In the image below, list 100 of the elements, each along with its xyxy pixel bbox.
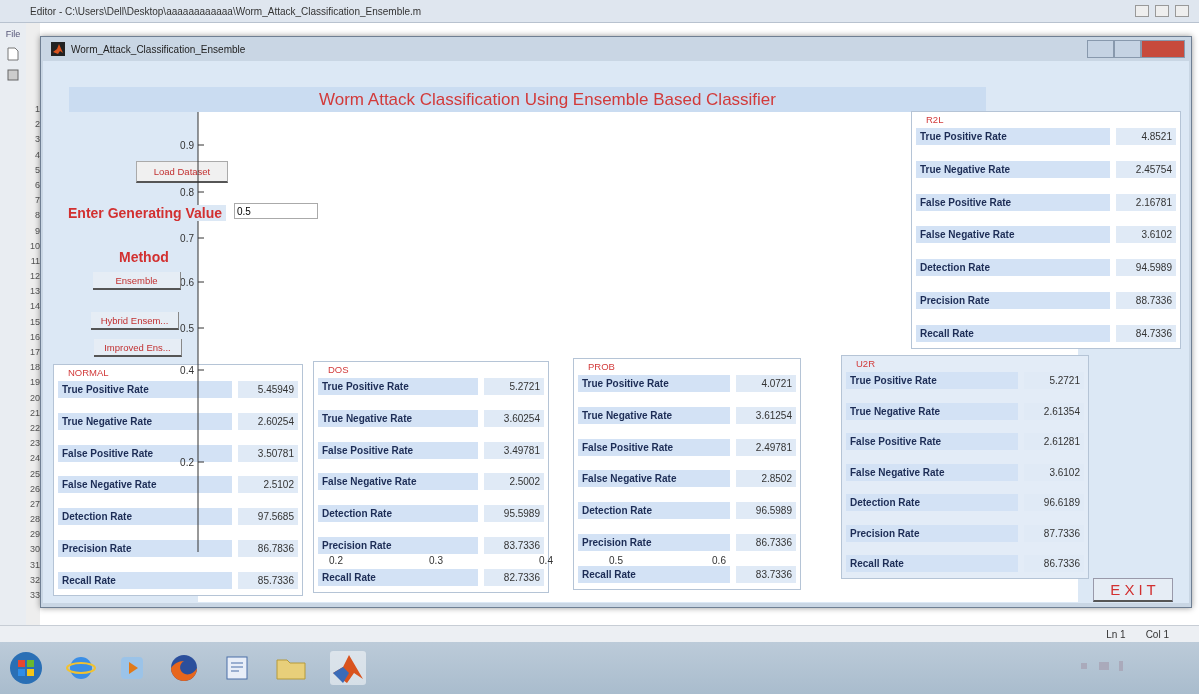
line-number: 3 [34,133,40,147]
metric-value: 4.8521 [1116,128,1176,145]
line-number: 29 [29,528,40,542]
metric-value: 94.5989 [1116,259,1176,277]
metric-value: 2.5102 [238,476,298,494]
load-dataset-button[interactable]: Load Dataset [136,161,228,183]
metric-label: Detection Rate [846,494,1018,511]
metric-value: 83.7336 [736,565,796,583]
metric-label: Precision Rate [846,524,1018,542]
metric-value: 2.8502 [736,470,796,488]
metric-label: Detection Rate [318,505,478,523]
metric-label: Detection Rate [578,502,730,520]
line-number: 14 [29,300,40,314]
media-player-icon[interactable] [118,654,146,682]
metric-label: Recall Rate [916,324,1110,342]
line-number: 1 [34,103,40,116]
metric-label: Recall Rate [318,568,478,586]
line-number: 2 [34,118,40,132]
line-number: 15 [29,315,40,329]
metric-label: Recall Rate [846,555,1018,572]
metric-value: 3.50781 [238,444,298,462]
line-number: 26 [29,482,40,496]
line-number: 24 [29,452,40,466]
maximize-button[interactable] [1114,40,1141,58]
tick-mark [197,191,205,193]
metric-label: Precision Rate [916,292,1110,310]
line-number: 28 [29,513,40,527]
y-tick-label: 0.8 [180,187,194,198]
metric-value: 86.7836 [238,540,298,558]
line-number: 6 [34,178,40,192]
line-number: 32 [29,573,40,587]
minimize-button[interactable] [1087,40,1114,58]
metric-label: False Negative Rate [846,463,1018,481]
metric-value: 96.5989 [736,502,796,520]
metric-label: Precision Rate [578,534,730,552]
metric-label: Detection Rate [58,508,232,526]
metric-label: False Positive Rate [846,433,1018,450]
metric-value: 2.16781 [1116,193,1176,211]
metric-label: True Positive Rate [58,381,232,398]
line-number: 4 [34,148,40,162]
metric-label: False Negative Rate [318,473,478,491]
metric-label: Precision Rate [58,540,232,558]
firefox-icon[interactable] [168,652,200,684]
matlab-peak-icon[interactable] [330,651,366,685]
metric-label: True Negative Rate [846,402,1018,420]
metric-value: 84.7336 [1116,324,1176,342]
method-button[interactable]: Ensemble [93,272,181,290]
method-button[interactable]: Hybrid Ensem... [91,312,179,330]
metric-value: 97.5685 [238,508,298,526]
menu-item[interactable]: File [5,29,21,39]
metric-value: 88.7336 [1116,292,1176,310]
metric-label: True Positive Rate [916,128,1110,145]
method-button[interactable]: Improved Ens... [94,339,182,357]
line-number: 8 [34,209,40,223]
metric-value: 83.7336 [484,537,544,555]
metric-label: False Positive Rate [318,441,478,459]
x-tick-label: 0.2 [329,555,343,566]
line-number: 27 [29,497,40,511]
line-number: 18 [29,361,40,375]
panel-title: DOS [327,364,349,375]
metric-label: Precision Rate [318,537,478,555]
line-number: 5 [34,163,40,177]
line-number: 22 [29,421,40,435]
metric-value: 86.7336 [736,534,796,552]
metric-label: False Negative Rate [58,476,232,494]
metric-label: True Positive Rate [846,372,1018,389]
tick-mark [197,327,205,329]
method-label: Method [119,249,169,265]
tick-mark [197,369,205,371]
metric-value: 4.0721 [736,375,796,392]
metric-label: True Positive Rate [318,378,478,395]
metric-label: Detection Rate [916,259,1110,277]
page-icon[interactable] [7,47,19,61]
exit-button[interactable]: E X I T [1093,578,1173,602]
metric-label: True Negative Rate [58,412,232,430]
generating-value-label: Enter Generating Value [68,205,227,221]
close-button[interactable] [1141,40,1185,58]
x-tick-label: 0.5 [609,555,623,566]
line-number: 11 [29,254,40,268]
y-tick-label: 0.4 [180,365,194,376]
metric-label: True Negative Rate [916,160,1110,178]
y-tick-label: 0.5 [180,323,194,334]
metric-label: False Negative Rate [578,470,730,488]
metric-value: 2.60254 [238,412,298,430]
x-tick-label: 0.3 [429,555,443,566]
metric-value: 3.60254 [484,409,544,427]
metric-label: True Negative Rate [318,409,478,427]
line-number: 21 [29,406,40,420]
line-number: 25 [29,467,40,481]
line-number: 10 [29,239,40,253]
line-number: 20 [29,391,40,405]
panel-title: NORMAL [67,367,109,378]
metric-label: True Positive Rate [578,375,730,392]
tick-mark [197,281,205,283]
start-orb-icon[interactable] [8,650,44,686]
line-number: 31 [29,558,40,572]
x-tick-label: 0.4 [539,555,553,566]
line-number: 19 [29,376,40,390]
generating-value-field[interactable]: 0.5 [234,203,318,219]
y-tick-label: 0.7 [180,233,194,244]
